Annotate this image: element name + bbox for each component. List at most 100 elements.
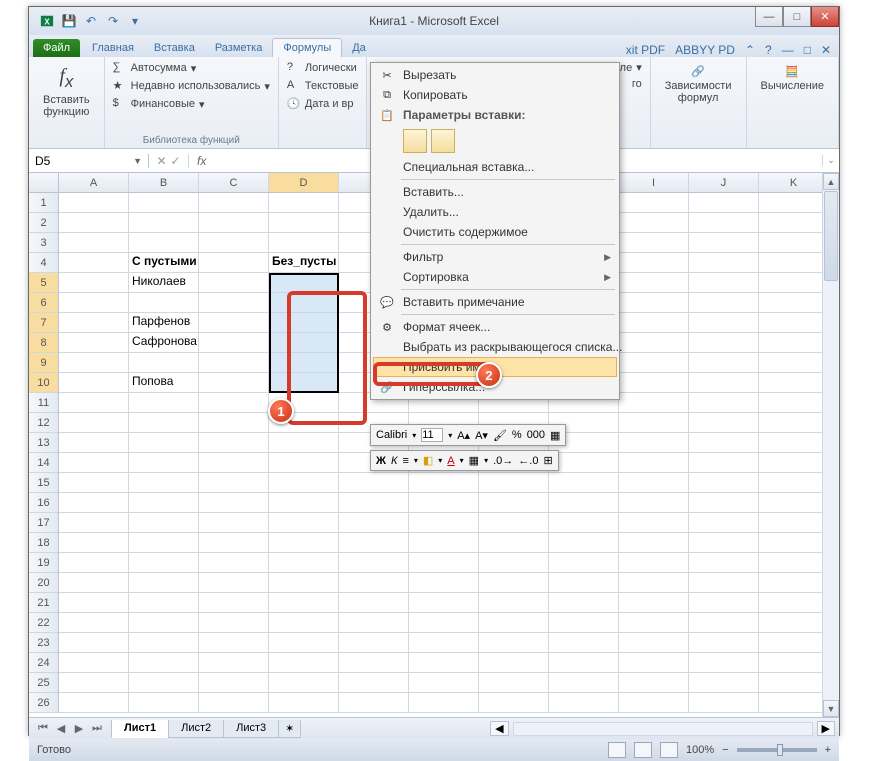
view-layout-icon[interactable]	[634, 742, 652, 758]
row-header-22[interactable]: 22	[29, 613, 58, 633]
cell-B17[interactable]	[129, 513, 199, 533]
cell-B15[interactable]	[129, 473, 199, 493]
cell-A3[interactable]	[59, 233, 129, 253]
cell-D20[interactable]	[269, 573, 339, 593]
percent-icon[interactable]: %	[512, 429, 522, 441]
paste-option-1[interactable]	[403, 129, 427, 153]
cell-H21[interactable]	[549, 593, 619, 613]
cell-B6[interactable]	[129, 293, 199, 313]
cell-K12[interactable]	[759, 413, 829, 433]
cell-C21[interactable]	[199, 593, 269, 613]
cell-B16[interactable]	[129, 493, 199, 513]
cell-I15[interactable]	[619, 473, 689, 493]
row-header-4[interactable]: 4	[29, 253, 58, 273]
undo-icon[interactable]: ↶	[83, 13, 99, 29]
cell-K14[interactable]	[759, 453, 829, 473]
cell-I11[interactable]	[619, 393, 689, 413]
cell-J6[interactable]	[689, 293, 759, 313]
cell-I3[interactable]	[619, 233, 689, 253]
decrease-decimal-icon[interactable]: ←.0	[518, 455, 538, 467]
cell-G20[interactable]	[479, 573, 549, 593]
select-all-corner[interactable]	[29, 173, 59, 192]
align-icon[interactable]: ≡	[402, 455, 408, 467]
cell-J15[interactable]	[689, 473, 759, 493]
cell-K22[interactable]	[759, 613, 829, 633]
sheet-tab-3[interactable]: Лист3	[223, 720, 279, 738]
cell-A26[interactable]	[59, 693, 129, 713]
cell-K15[interactable]	[759, 473, 829, 493]
cell-J7[interactable]	[689, 313, 759, 333]
row-header-2[interactable]: 2	[29, 213, 58, 233]
cell-B12[interactable]	[129, 413, 199, 433]
tab-data[interactable]: Да	[342, 39, 376, 57]
cell-B22[interactable]	[129, 613, 199, 633]
paste-option-2[interactable]	[431, 129, 455, 153]
cell-G21[interactable]	[479, 593, 549, 613]
fill-color-icon[interactable]: ◧	[423, 454, 433, 467]
scroll-down-icon[interactable]: ▼	[823, 700, 839, 717]
cell-J4[interactable]	[689, 253, 759, 273]
cell-B8[interactable]: Сафронова	[129, 333, 199, 353]
sheet-nav-last-icon[interactable]: ⏭	[89, 722, 105, 735]
recent-functions-button[interactable]: ★Недавно использовались ▾	[113, 79, 270, 93]
qat-dropdown-icon[interactable]: ▾	[127, 13, 143, 29]
cell-G18[interactable]	[479, 533, 549, 553]
cell-B5[interactable]: Николаев	[129, 273, 199, 293]
expand-formula-icon[interactable]: ⌄	[822, 155, 839, 166]
view-break-icon[interactable]	[660, 742, 678, 758]
cell-I1[interactable]	[619, 193, 689, 213]
mini-font-size[interactable]	[421, 428, 443, 442]
cell-I7[interactable]	[619, 313, 689, 333]
cell-K16[interactable]	[759, 493, 829, 513]
comma-icon[interactable]: 000	[527, 429, 545, 441]
menu-paste-special[interactable]: Специальная вставка...	[373, 157, 617, 177]
row-header-25[interactable]: 25	[29, 673, 58, 693]
menu-pick-from-list[interactable]: Выбрать из раскрывающегося списка...	[373, 337, 617, 357]
cell-J24[interactable]	[689, 653, 759, 673]
cell-B4[interactable]: С пустыми	[129, 253, 199, 273]
cell-C26[interactable]	[199, 693, 269, 713]
shrink-font-icon[interactable]: A▾	[475, 429, 488, 442]
row-header-11[interactable]: 11	[29, 393, 58, 413]
cell-A12[interactable]	[59, 413, 129, 433]
col-header-C[interactable]: C	[199, 173, 269, 192]
cell-G26[interactable]	[479, 693, 549, 713]
font-color-icon[interactable]: A	[447, 455, 454, 467]
cell-G17[interactable]	[479, 513, 549, 533]
cell-B20[interactable]	[129, 573, 199, 593]
cell-K1[interactable]	[759, 193, 829, 213]
merge-icon[interactable]: ⊞	[543, 454, 552, 467]
tab-layout[interactable]: Разметка	[205, 39, 273, 57]
cell-K6[interactable]	[759, 293, 829, 313]
cell-B7[interactable]: Парфенов	[129, 313, 199, 333]
fx-button[interactable]: fx	[189, 154, 214, 168]
cell-F26[interactable]	[409, 693, 479, 713]
cell-A8[interactable]	[59, 333, 129, 353]
help-icon[interactable]: ?	[765, 43, 772, 57]
cell-C15[interactable]	[199, 473, 269, 493]
cell-H24[interactable]	[549, 653, 619, 673]
cell-C17[interactable]	[199, 513, 269, 533]
cell-K21[interactable]	[759, 593, 829, 613]
cell-E24[interactable]	[339, 653, 409, 673]
cell-D17[interactable]	[269, 513, 339, 533]
cell-H20[interactable]	[549, 573, 619, 593]
dropdown-icon[interactable]: ▾	[412, 431, 416, 440]
logical-button[interactable]: ?Логически	[287, 61, 359, 75]
cell-C25[interactable]	[199, 673, 269, 693]
row-header-23[interactable]: 23	[29, 633, 58, 653]
tab-file[interactable]: Файл	[33, 39, 80, 57]
cell-K13[interactable]	[759, 433, 829, 453]
col-header-I[interactable]: I	[619, 173, 689, 192]
cell-A10[interactable]	[59, 373, 129, 393]
cell-B2[interactable]	[129, 213, 199, 233]
row-header-6[interactable]: 6	[29, 293, 58, 313]
cell-I12[interactable]	[619, 413, 689, 433]
namebox-dropdown-icon[interactable]: ▼	[133, 156, 142, 166]
cell-F20[interactable]	[409, 573, 479, 593]
cell-J18[interactable]	[689, 533, 759, 553]
format-painter-icon[interactable]: 🖌	[493, 429, 507, 442]
cell-A6[interactable]	[59, 293, 129, 313]
cell-E20[interactable]	[339, 573, 409, 593]
cell-F24[interactable]	[409, 653, 479, 673]
